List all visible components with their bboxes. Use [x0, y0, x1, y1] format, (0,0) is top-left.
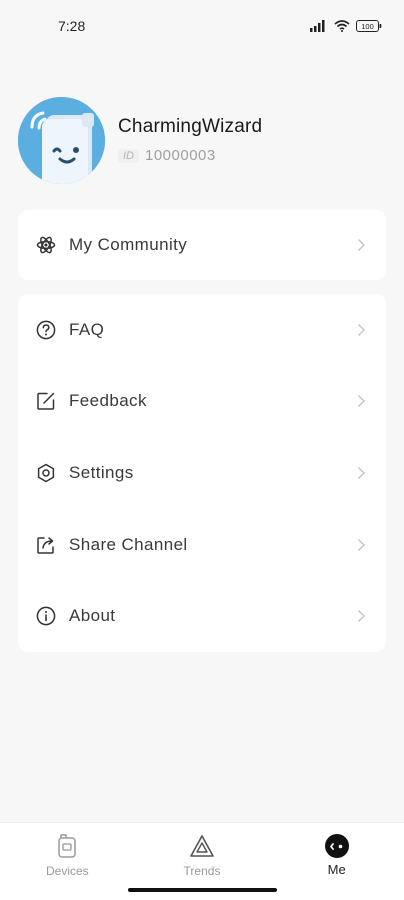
question-icon	[35, 319, 57, 341]
user-id-row: ID 10000003	[118, 147, 262, 164]
chevron-right-icon	[356, 238, 366, 252]
chevron-right-icon	[356, 538, 366, 552]
feedback-icon	[35, 390, 57, 412]
avatar[interactable]	[18, 96, 105, 184]
settings-icon	[35, 462, 57, 484]
tab-me[interactable]: Me	[269, 823, 404, 900]
community-card: My Community	[18, 210, 386, 280]
chevron-right-icon	[356, 466, 366, 480]
status-time: 7:28	[58, 18, 86, 34]
chevron-right-icon	[356, 323, 366, 337]
robot-avatar-icon	[18, 96, 105, 184]
menu-card: FAQ Feedback Settings Share Channel Abou…	[18, 294, 386, 652]
id-badge: ID	[118, 148, 139, 163]
battery-level: 100	[361, 22, 374, 31]
info-icon	[35, 605, 57, 627]
battery-icon: 100	[356, 20, 382, 32]
menu-item-label: Settings	[69, 462, 134, 482]
signal-icon	[310, 20, 328, 32]
profile-header[interactable]: CharmingWizard ID 10000003	[18, 96, 386, 184]
username: CharmingWizard	[118, 116, 263, 137]
profile-text: CharmingWizard ID 10000003	[118, 116, 262, 164]
status-icons: 100	[310, 20, 382, 32]
menu-item-label: My Community	[69, 235, 188, 254]
user-id-value: 10000003	[145, 147, 216, 164]
tab-label: Me	[327, 862, 346, 877]
share-icon	[35, 534, 57, 556]
home-indicator	[128, 888, 277, 892]
menu-item-about[interactable]: About	[18, 580, 386, 652]
menu-item-label: Feedback	[69, 391, 147, 411]
status-bar: 7:28 100	[0, 0, 404, 52]
menu-item-label: FAQ	[69, 319, 105, 339]
menu-item-feedback[interactable]: Feedback	[18, 366, 386, 438]
menu-item-settings[interactable]: Settings	[18, 437, 386, 509]
trends-icon	[189, 833, 215, 859]
menu-item-label: About	[69, 606, 116, 626]
menu-item-my-community[interactable]: My Community	[18, 210, 386, 280]
menu-item-label: Share Channel	[69, 534, 188, 554]
tab-label: Devices	[45, 864, 89, 878]
community-icon	[35, 234, 57, 256]
menu-item-faq[interactable]: FAQ	[18, 294, 386, 366]
tab-devices[interactable]: Devices	[0, 823, 135, 900]
wifi-icon	[334, 20, 350, 32]
tab-label: Trends	[183, 864, 221, 878]
chevron-right-icon	[356, 609, 366, 623]
chevron-right-icon	[356, 394, 366, 408]
devices-icon	[54, 833, 80, 859]
menu-item-share-channel[interactable]: Share Channel	[18, 509, 386, 581]
me-icon	[324, 833, 350, 859]
